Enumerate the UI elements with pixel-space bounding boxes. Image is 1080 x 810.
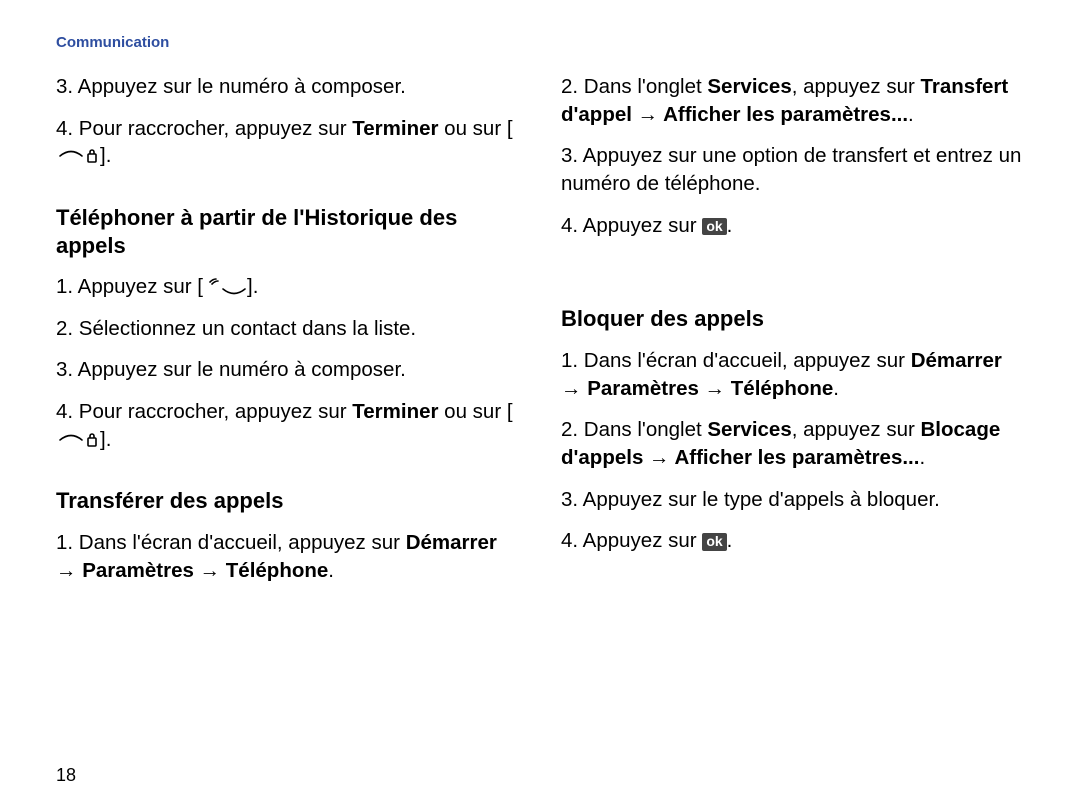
call-icon bbox=[203, 273, 247, 301]
step-text: 4. Appuyez sur ok. bbox=[561, 527, 1024, 555]
step-text: 4. Pour raccrocher, appuyez sur Terminer… bbox=[56, 115, 519, 170]
right-column: 2. Dans l'onglet Services, appuyez sur T… bbox=[561, 73, 1024, 598]
text-run: , appuyez sur bbox=[792, 75, 921, 98]
text-run: ]. bbox=[100, 144, 111, 167]
text-run: ou sur [ bbox=[438, 117, 512, 140]
step-text: 3. Appuyez sur le numéro à composer. bbox=[56, 73, 519, 101]
ok-icon: ok bbox=[702, 218, 726, 235]
text-run: 2. Dans l'onglet bbox=[561, 418, 707, 441]
text-run: . bbox=[833, 377, 839, 400]
emphasis: Terminer bbox=[352, 400, 438, 423]
hangup-lock-icon bbox=[56, 426, 100, 454]
text-run: 4. Pour raccrocher, appuyez sur bbox=[56, 400, 352, 423]
text-run: 1. Dans l'écran d'accueil, appuyez sur bbox=[56, 531, 406, 554]
text-run: 4. Appuyez sur bbox=[561, 214, 702, 237]
step-text: 1. Dans l'écran d'accueil, appuyez sur D… bbox=[56, 529, 519, 584]
text-run: 4. Appuyez sur bbox=[561, 529, 702, 552]
page-number: 18 bbox=[56, 765, 76, 786]
step-text: 2. Dans l'onglet Services, appuyez sur B… bbox=[561, 416, 1024, 471]
step-text: 2. Sélectionnez un contact dans la liste… bbox=[56, 315, 519, 343]
step-text: 3. Appuyez sur le numéro à composer. bbox=[56, 356, 519, 384]
text-run: , appuyez sur bbox=[792, 418, 921, 441]
text-run: ou sur [ bbox=[438, 400, 512, 423]
two-column-layout: 3. Appuyez sur le numéro à composer. 4. … bbox=[56, 73, 1024, 598]
heading: Transférer des appels bbox=[56, 487, 519, 515]
text-run: ]. bbox=[100, 428, 111, 451]
step-text: 3. Appuyez sur une option de transfert e… bbox=[561, 142, 1024, 197]
text-run: . bbox=[908, 103, 914, 126]
heading: Téléphoner à partir de l'Historique des … bbox=[56, 204, 519, 259]
step-text: 2. Dans l'onglet Services, appuyez sur T… bbox=[561, 73, 1024, 128]
emphasis: Services bbox=[707, 418, 791, 441]
text-run: 1. Appuyez sur [ bbox=[56, 275, 203, 298]
text-run: ]. bbox=[247, 275, 258, 298]
text-run: . bbox=[727, 214, 733, 237]
step-text: 3. Appuyez sur le type d'appels à bloque… bbox=[561, 486, 1024, 514]
text-run: . bbox=[328, 559, 334, 582]
step-text: 4. Appuyez sur ok. bbox=[561, 212, 1024, 240]
heading: Bloquer des appels bbox=[561, 305, 1024, 333]
text-run: 4. Pour raccrocher, appuyez sur bbox=[56, 117, 352, 140]
emphasis: Services bbox=[707, 75, 791, 98]
text-run: 1. Dans l'écran d'accueil, appuyez sur bbox=[561, 349, 911, 372]
step-text: 1. Appuyez sur []. bbox=[56, 273, 519, 301]
section-label: Communication bbox=[56, 34, 1024, 51]
text-run: 2. Dans l'onglet bbox=[561, 75, 707, 98]
emphasis: Terminer bbox=[352, 117, 438, 140]
text-run: . bbox=[919, 446, 925, 469]
step-text: 1. Dans l'écran d'accueil, appuyez sur D… bbox=[561, 347, 1024, 402]
manual-page: Communication 3. Appuyez sur le numéro à… bbox=[0, 0, 1080, 810]
hangup-lock-icon bbox=[56, 142, 100, 170]
text-run: . bbox=[727, 529, 733, 552]
step-text: 4. Pour raccrocher, appuyez sur Terminer… bbox=[56, 398, 519, 453]
ok-icon: ok bbox=[702, 533, 726, 550]
left-column: 3. Appuyez sur le numéro à composer. 4. … bbox=[56, 73, 519, 598]
